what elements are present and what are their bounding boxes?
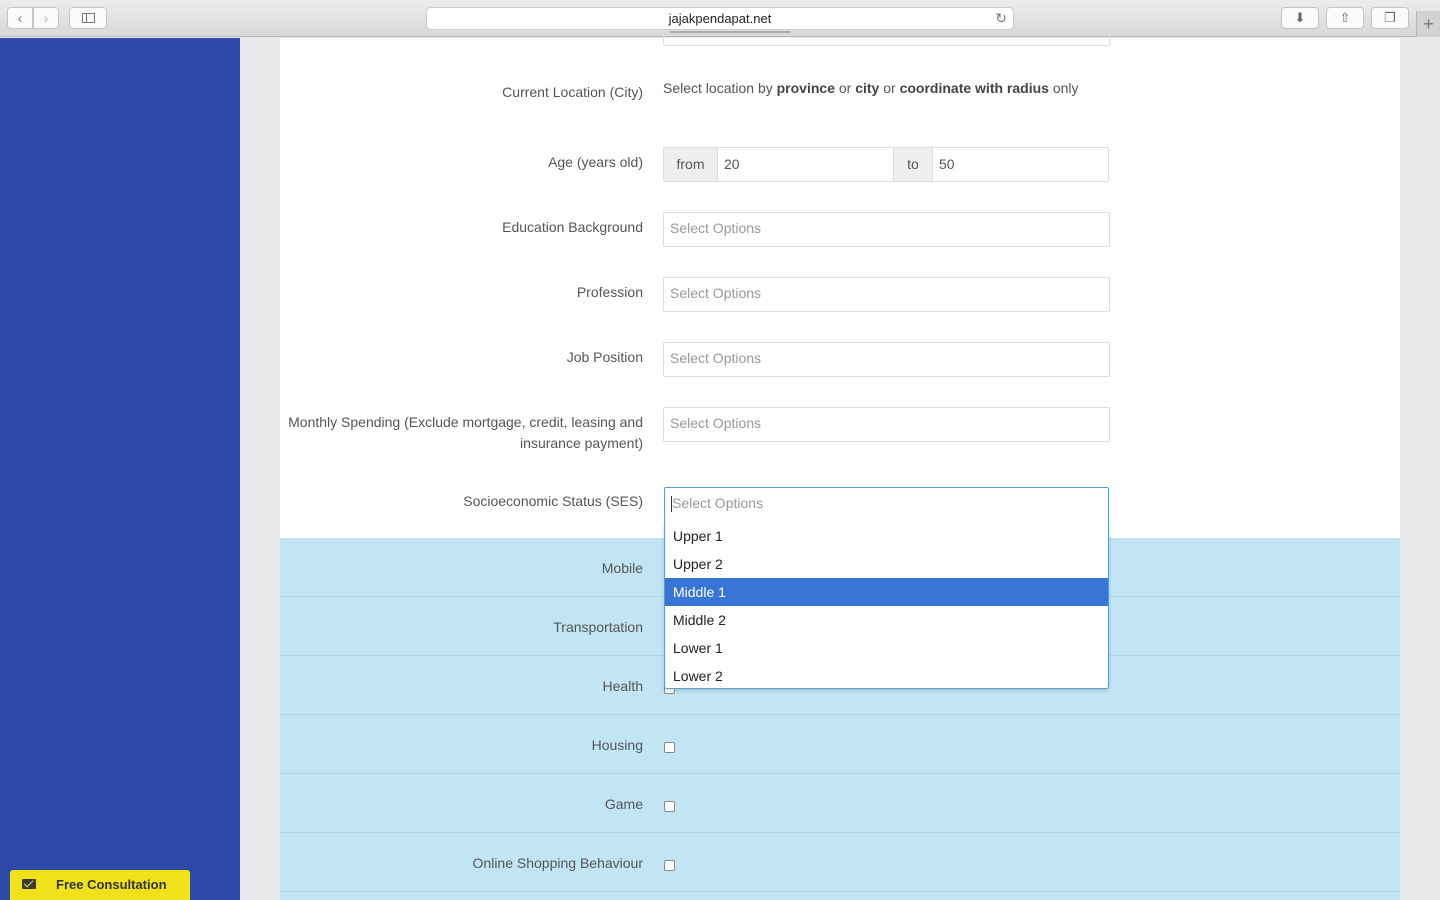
chevron-left-icon: ‹ (17, 10, 23, 26)
location-label: Current Location (City) (502, 84, 643, 100)
plus-icon: + (1423, 14, 1434, 34)
free-consultation-button[interactable]: Free Consultation (10, 870, 190, 900)
job-position-label: Job Position (566, 349, 643, 365)
left-sidebar (0, 38, 240, 900)
city-option[interactable]: city (855, 80, 879, 96)
back-button[interactable]: ‹ (7, 7, 33, 29)
ses-search-input[interactable]: Select Options (664, 487, 1109, 522)
age-to-addon: to (893, 148, 933, 181)
share-button[interactable]: ⇧ (1326, 7, 1364, 29)
interest-label: Health (602, 678, 643, 694)
interest-row: Online Shopping Behaviour (280, 833, 1400, 892)
address-bar[interactable]: jajakpendapat.net ↻ (426, 7, 1014, 30)
profession-select[interactable]: Select Options (663, 277, 1110, 312)
envelope-icon (22, 879, 36, 889)
monthly-spending-label: Monthly Spending (Exclude mortgage, cred… (288, 414, 643, 451)
tabs-overview-button[interactable]: ❐ (1371, 7, 1409, 29)
ses-option[interactable]: Middle 2 (665, 606, 1108, 634)
job-position-select[interactable]: Select Options (663, 342, 1110, 377)
forward-button[interactable]: › (33, 7, 59, 29)
interest-label: Online Shopping Behaviour (472, 855, 643, 871)
coordinate-option[interactable]: coordinate with radius (900, 80, 1049, 96)
interest-checkbox[interactable] (664, 742, 675, 753)
interest-checkbox[interactable] (664, 860, 675, 871)
age-range-group: from 20 to 50 (663, 147, 1109, 182)
sidebar-icon (82, 13, 95, 23)
interest-label: Game (604, 796, 643, 812)
ses-option[interactable]: Lower 1 (665, 634, 1108, 662)
downloads-button[interactable]: ⬇ (1281, 7, 1319, 29)
age-from-input[interactable]: 20 (717, 148, 893, 181)
share-icon: ⇧ (1339, 10, 1351, 25)
interest-row: Game (280, 774, 1400, 833)
ses-option[interactable]: Upper 1 (665, 522, 1108, 550)
tabs-icon: ❐ (1384, 10, 1396, 25)
ses-option[interactable]: Lower 2 (665, 662, 1108, 690)
new-tab-button[interactable]: + (1416, 11, 1440, 37)
ses-option-highlighted[interactable]: Middle 1 (665, 578, 1108, 606)
education-select[interactable]: Select Options (663, 212, 1110, 247)
profession-label: Profession (576, 284, 643, 300)
interest-label: Transportation (553, 619, 643, 635)
form-panel: Current Location (City) Select location … (280, 30, 1400, 900)
age-to-input[interactable]: 50 (932, 148, 1108, 181)
interest-checkbox[interactable] (664, 801, 675, 812)
show-sidebar-button[interactable] (69, 7, 107, 29)
monthly-spending-select[interactable]: Select Options (663, 407, 1110, 442)
interest-label: Housing (591, 737, 643, 753)
ses-label: Socioeconomic Status (SES) (463, 493, 643, 509)
ses-option[interactable]: Upper 2 (665, 550, 1108, 578)
previous-field-input[interactable] (663, 30, 1110, 46)
age-label: Age (years old) (548, 154, 643, 170)
url-text: jajakpendapat.net (668, 11, 772, 26)
chevron-right-icon: › (43, 10, 49, 26)
age-from-addon: from (664, 148, 718, 181)
province-option[interactable]: province (777, 80, 835, 96)
reload-icon[interactable]: ↻ (995, 8, 1007, 29)
ses-dropdown: Upper 1 Upper 2 Middle 1 Middle 2 Lower … (664, 521, 1109, 689)
free-consultation-label: Free Consultation (56, 877, 167, 892)
location-instructions: Select location by province or city or c… (663, 80, 1079, 96)
interest-row: Housing (280, 715, 1400, 774)
education-label: Education Background (502, 219, 643, 235)
interest-label: Mobile (601, 560, 643, 576)
download-icon: ⬇ (1294, 10, 1306, 25)
